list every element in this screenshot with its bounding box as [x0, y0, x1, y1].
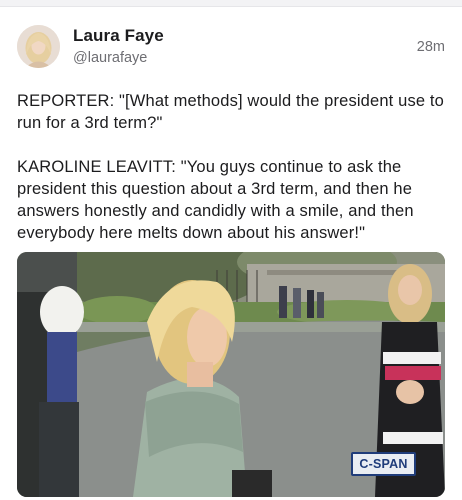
- author-avatar[interactable]: [17, 25, 60, 68]
- author-name[interactable]: Laura Faye: [73, 26, 164, 46]
- post-body: REPORTER: "[What methods] would the pres…: [17, 90, 447, 244]
- cspan-watermark: C-SPAN: [351, 452, 416, 476]
- feed-divider: [0, 0, 462, 7]
- post-timestamp[interactable]: 28m: [417, 39, 445, 55]
- author-handle[interactable]: @laurafaye: [73, 50, 147, 66]
- post-paragraph-leavitt: KAROLINE LEAVITT: "You guys continue to …: [17, 158, 414, 242]
- post-card[interactable]: Laura Faye @laurafaye 28m REPORTER: "[Wh…: [0, 7, 462, 500]
- post-paragraph-reporter: REPORTER: "[What methods] would the pres…: [17, 92, 444, 132]
- post-video-thumbnail[interactable]: C-SPAN: [17, 252, 445, 497]
